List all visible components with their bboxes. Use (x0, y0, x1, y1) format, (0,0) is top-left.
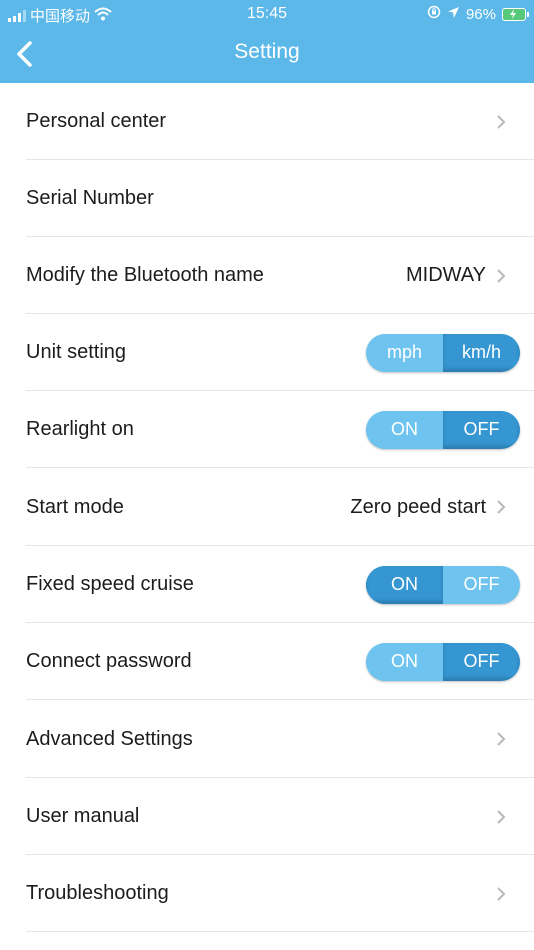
battery-percent: 96% (465, 5, 496, 23)
bluetooth-name-value: MIDWAY (406, 264, 486, 286)
battery-icon (502, 7, 529, 21)
rearlight-toggle[interactable]: ON OFF (366, 410, 520, 449)
cruise-toggle[interactable]: ON OFF (366, 565, 520, 604)
chevron-right-icon (497, 114, 506, 129)
chevron-right-icon (497, 809, 506, 824)
divider (26, 931, 534, 932)
page-title: Setting (234, 40, 300, 63)
row-label: Fixed speed cruise (26, 573, 194, 595)
row-label: Unit setting (26, 341, 127, 363)
password-off-option[interactable]: OFF (443, 642, 520, 681)
chevron-right-icon (497, 732, 506, 746)
nav-header: 中国移动 15:45 96% Setting (0, 0, 534, 83)
password-on-option[interactable]: ON (366, 643, 443, 681)
password-toggle[interactable]: ON OFF (366, 642, 520, 681)
row-label: Connect password (26, 650, 192, 672)
location-icon (447, 6, 460, 23)
row-serial-number[interactable]: Serial Number (0, 160, 534, 237)
row-label: Troubleshooting (26, 882, 169, 904)
row-label: Rearlight on (26, 418, 134, 440)
cruise-off-option[interactable]: OFF (443, 566, 520, 604)
start-mode-value: Zero peed start (350, 495, 486, 518)
row-unit-setting: Unit setting mph km/h (0, 314, 534, 391)
row-connect-password: Connect password ON OFF (0, 623, 534, 700)
rearlight-on-option[interactable]: ON (366, 411, 443, 449)
orientation-lock-icon (427, 5, 441, 23)
status-right: 96% (427, 5, 529, 23)
chevron-right-icon (497, 886, 506, 901)
row-troubleshooting[interactable]: Troubleshooting (0, 855, 534, 932)
chevron-right-icon (497, 500, 506, 514)
row-label: Personal center (26, 110, 167, 132)
row-label: User manual (26, 805, 140, 827)
row-rearlight: Rearlight on ON OFF (0, 391, 534, 468)
row-advanced-settings[interactable]: Advanced Settings (0, 700, 534, 778)
row-start-mode[interactable]: Start mode Zero peed start (0, 468, 534, 546)
chevron-right-icon (497, 268, 506, 283)
unit-kmh-option[interactable]: km/h (443, 333, 520, 372)
row-fixed-speed-cruise: Fixed speed cruise ON OFF (0, 546, 534, 623)
row-bluetooth-name[interactable]: Modify the Bluetooth name MIDWAY (0, 237, 534, 314)
row-label: Modify the Bluetooth name (26, 264, 264, 286)
unit-toggle[interactable]: mph km/h (366, 333, 520, 372)
cruise-on-option[interactable]: ON (366, 565, 443, 604)
settings-list: Personal center Serial Number Modify the… (0, 83, 534, 932)
row-label: Start mode (26, 495, 124, 518)
row-user-manual[interactable]: User manual (0, 778, 534, 855)
status-bar: 中国移动 15:45 96% (0, 0, 534, 30)
row-label: Advanced Settings (26, 727, 193, 750)
unit-mph-option[interactable]: mph (366, 334, 443, 372)
row-label: Serial Number (26, 187, 154, 209)
row-personal-center[interactable]: Personal center (0, 83, 534, 160)
rearlight-off-option[interactable]: OFF (443, 410, 520, 449)
